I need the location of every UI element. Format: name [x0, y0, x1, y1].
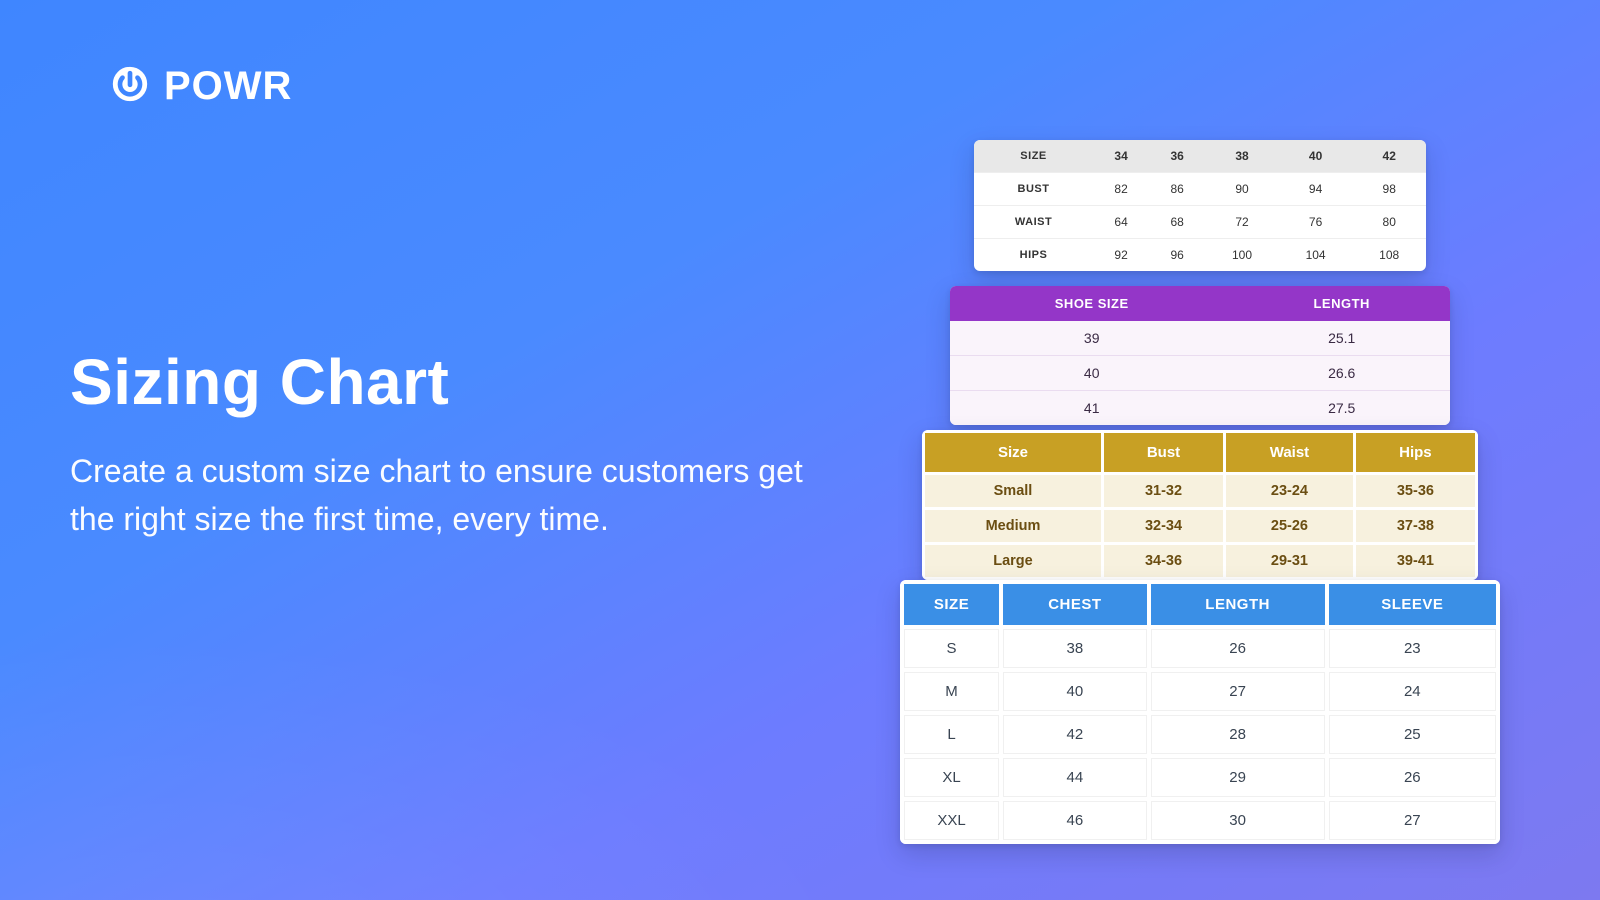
table-header-row: SIZE CHEST LENGTH SLEEVE: [904, 584, 1496, 625]
blue-shirt-chart: SIZE CHEST LENGTH SLEEVE S 38 26 23 M 40…: [900, 580, 1500, 844]
body-matrix-chart: SIZE 34 36 38 40 42 BUST 82 86 90 94 98 …: [974, 140, 1426, 271]
table-row: SIZE 34 36 38 40 42: [974, 140, 1426, 173]
brand-logo: POWR: [110, 64, 292, 109]
table-row: S 38 26 23: [904, 629, 1496, 668]
table-row: 40 26.6: [950, 356, 1450, 391]
table-row: XXL 46 30 27: [904, 801, 1496, 840]
gold-clothing-chart: Size Bust Waist Hips Small 31-32 23-24 3…: [922, 430, 1478, 580]
brand-name: POWR: [164, 64, 292, 109]
power-icon: [110, 64, 150, 109]
table-header-row: Size Bust Waist Hips: [925, 433, 1475, 472]
table-row: Small 31-32 23-24 35-36: [925, 475, 1475, 507]
table-row: HIPS 92 96 100 104 108: [974, 239, 1426, 272]
table-row: M 40 27 24: [904, 672, 1496, 711]
table-row: BUST 82 86 90 94 98: [974, 173, 1426, 206]
table-row: 39 25.1: [950, 321, 1450, 356]
hero-subtitle: Create a custom size chart to ensure cus…: [70, 447, 830, 543]
table-row: WAIST 64 68 72 76 80: [974, 206, 1426, 239]
hero-title: Sizing Chart: [70, 345, 830, 419]
table-row: L 42 28 25: [904, 715, 1496, 754]
table-row: XL 44 29 26: [904, 758, 1496, 797]
table-row: Large 34-36 29-31 39-41: [925, 545, 1475, 577]
shoe-size-chart: SHOE SIZE LENGTH 39 25.1 40 26.6 41 27.5: [950, 286, 1450, 425]
table-row: 41 27.5: [950, 391, 1450, 426]
table-row: Medium 32-34 25-26 37-38: [925, 510, 1475, 542]
table-header-row: SHOE SIZE LENGTH: [950, 286, 1450, 321]
